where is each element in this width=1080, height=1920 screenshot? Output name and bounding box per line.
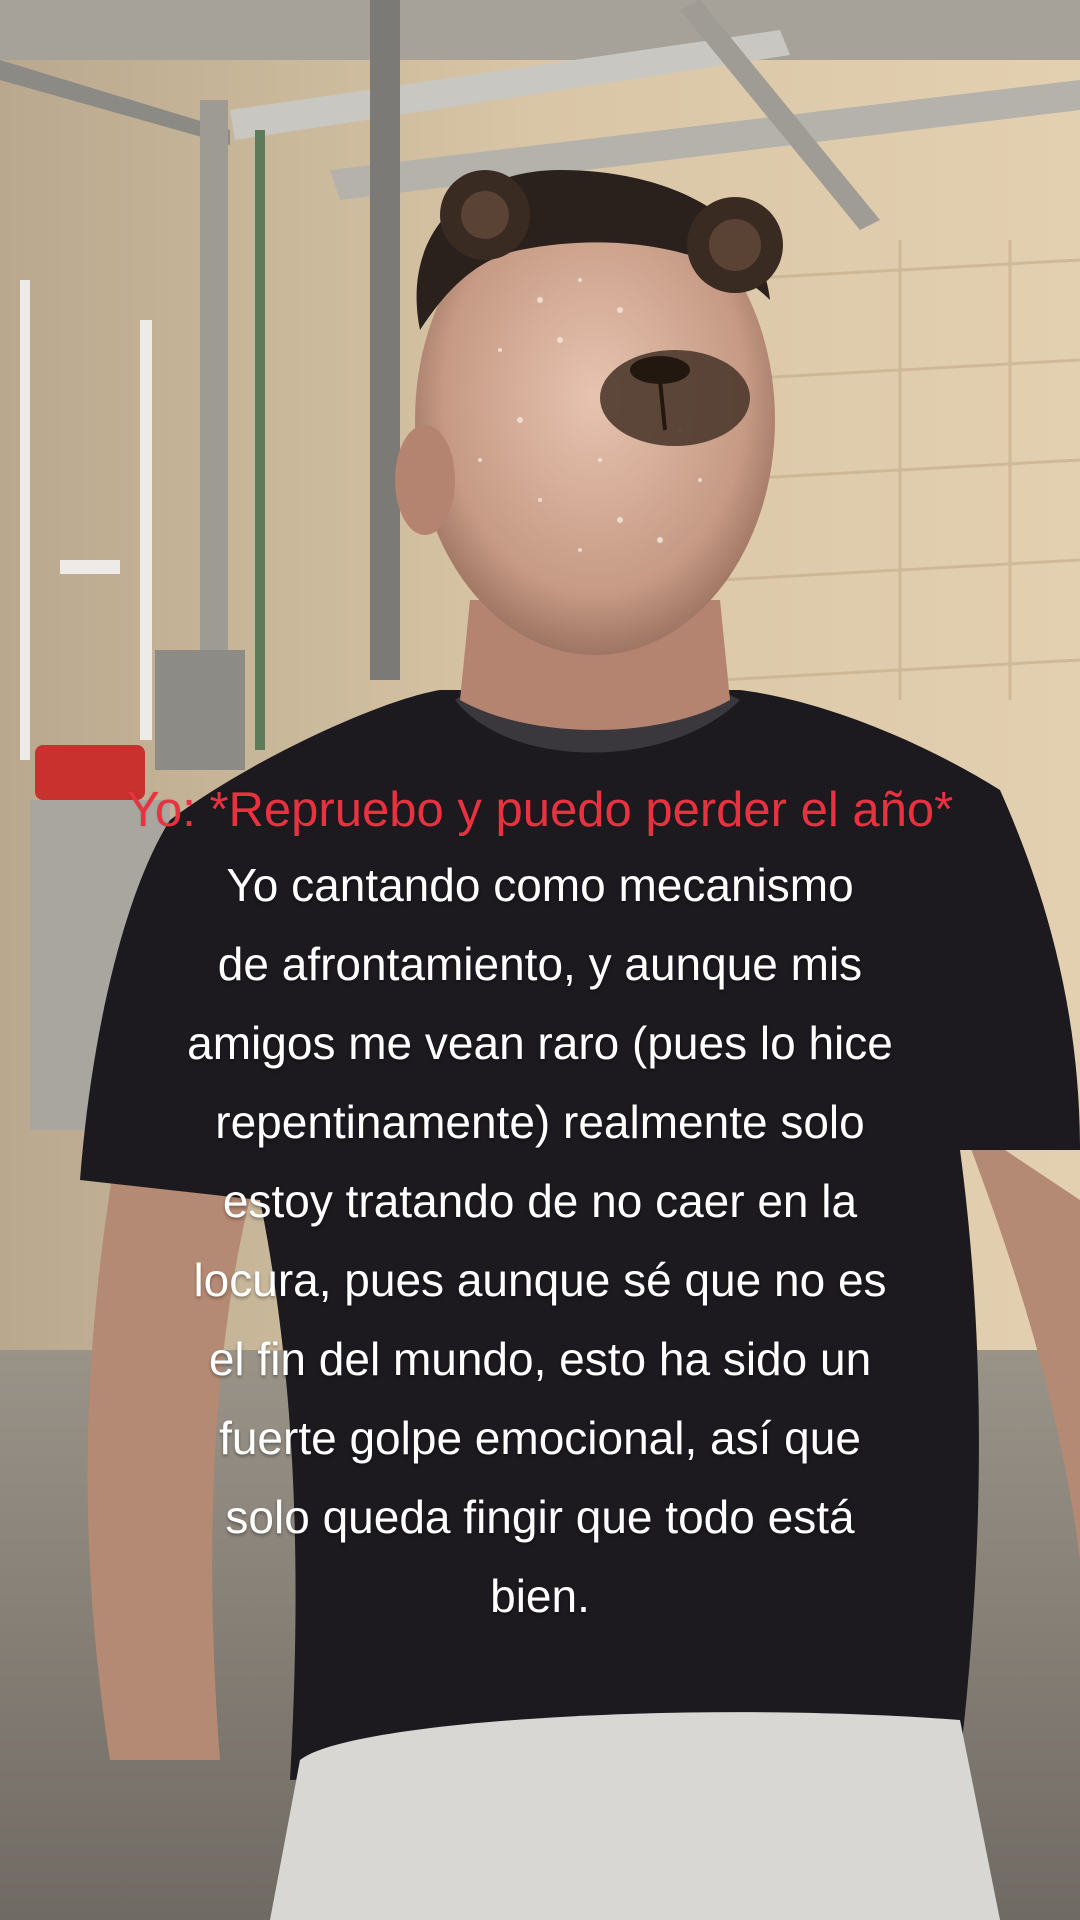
- caption-highlight: Yo: *Repruebo y puedo perder el año*: [126, 783, 954, 837]
- caption-body: Yo cantando como mecanismo de afrontamie…: [40, 846, 1040, 1636]
- caption-line: estoy tratando de no caer en la: [222, 1175, 858, 1227]
- caption-line: el fin del mundo, esto ha sido un: [208, 1333, 872, 1385]
- video-caption: Yo: *Repruebo y puedo perder el año* Yo …: [40, 780, 1040, 1636]
- caption-line: amigos me vean raro (pues lo hice: [187, 1017, 893, 1069]
- caption-line: de afrontamiento, y aunque mis: [217, 938, 863, 990]
- caption-line: Yo cantando como mecanismo: [226, 859, 854, 911]
- caption-line: bien.: [490, 1570, 590, 1622]
- caption-line: fuerte golpe emocional, así que: [219, 1412, 861, 1464]
- caption-line: solo queda fingir que todo está: [225, 1491, 855, 1543]
- caption-line: repentinamente) realmente solo: [215, 1096, 865, 1148]
- ear: [395, 425, 455, 535]
- caption-line: locura, pues aunque sé que no es: [193, 1254, 887, 1306]
- electrical-box: [155, 650, 245, 770]
- pants: [270, 1712, 1000, 1920]
